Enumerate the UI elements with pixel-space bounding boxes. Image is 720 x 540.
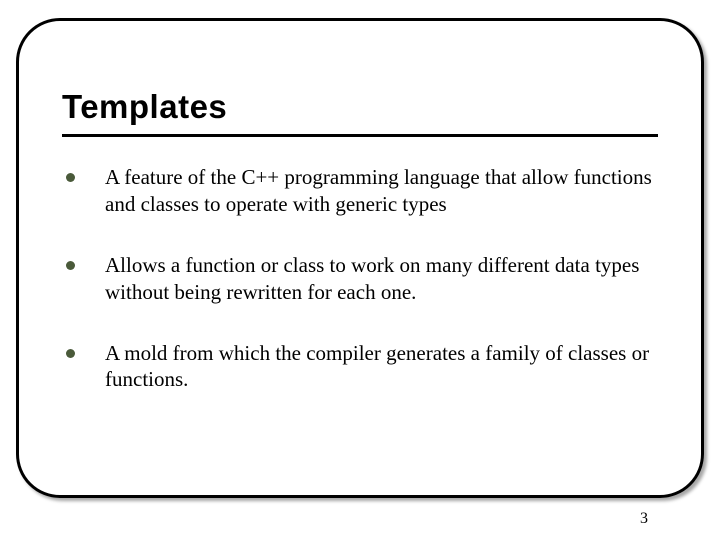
bullet-text: Allows a function or class to work on ma…: [105, 252, 658, 306]
bullet-icon: [66, 349, 75, 358]
list-item: A feature of the C++ programming languag…: [62, 164, 658, 218]
page-number: 3: [640, 510, 648, 528]
body-content: A feature of the C++ programming languag…: [62, 164, 658, 427]
title-block: Templates: [62, 88, 658, 137]
bullet-icon: [66, 173, 75, 182]
title-underline: [62, 134, 658, 137]
list-item: A mold from which the compiler generates…: [62, 340, 658, 394]
slide: Templates A feature of the C++ programmi…: [0, 0, 720, 540]
list-item: Allows a function or class to work on ma…: [62, 252, 658, 306]
slide-title: Templates: [62, 88, 658, 132]
bullet-icon: [66, 261, 75, 270]
bullet-text: A feature of the C++ programming languag…: [105, 164, 658, 218]
bullet-text: A mold from which the compiler generates…: [105, 340, 658, 394]
